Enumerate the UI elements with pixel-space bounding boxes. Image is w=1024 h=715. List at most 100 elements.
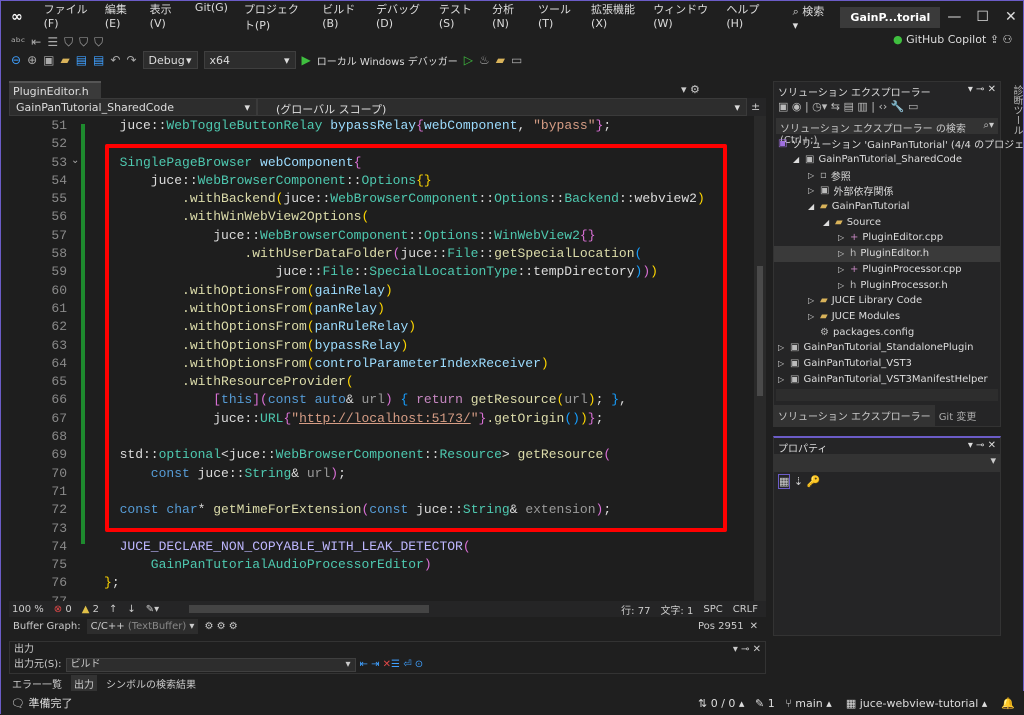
line-ending-indicator[interactable]: CRLF (733, 604, 758, 615)
search-button[interactable]: ⌕ 検索 ▾ (793, 3, 827, 32)
window-layout-icon[interactable]: ▭ (511, 53, 522, 67)
save-icon[interactable]: ▤ (76, 53, 87, 67)
tree-item[interactable]: ◢ ▰ GainPanTutorial (774, 199, 1000, 215)
configuration-select[interactable]: Debug ▾ (142, 51, 198, 69)
menu-item[interactable]: 表示(V) (142, 1, 187, 33)
tab-output[interactable]: 出力 (71, 675, 97, 692)
run-without-debug-icon[interactable]: ▷ (464, 53, 473, 67)
close-button[interactable]: ✕ (997, 9, 1024, 25)
tab-options-icon[interactable]: ▾ ⚙ (681, 83, 700, 96)
menu-item[interactable]: ツール(T) (530, 1, 583, 33)
tab-symbol-search[interactable]: シンボルの検索結果 (103, 675, 199, 692)
platform-select[interactable]: x64 ▾ (203, 51, 296, 69)
menu-item[interactable]: Git(G) (187, 1, 236, 33)
horizontal-scrollbar[interactable] (189, 605, 430, 613)
expand-arrow-icon[interactable]: ▷ (778, 359, 790, 368)
tab-plugin-editor-h[interactable]: PluginEditor.h ⊸ ✕ (9, 81, 101, 111)
hot-reload-icon[interactable]: ♨ (479, 53, 490, 67)
tree-horizontal-scrollbar[interactable] (776, 389, 998, 401)
buffer-close-icon[interactable]: ✕ (750, 621, 758, 632)
output-panel-controls[interactable]: ▾ ⊸ ✕ (733, 643, 761, 656)
tree-item[interactable]: ▷ ▫ 参照 (774, 167, 1000, 183)
redo-icon[interactable]: ↷ (126, 53, 136, 67)
prev-issue-icon[interactable]: ↑ (109, 604, 117, 615)
tree-item[interactable]: ▷ h PluginEditor.h (774, 245, 1000, 262)
menu-item[interactable]: ファイル(F) (36, 1, 97, 33)
code-line[interactable]: juce::WebToggleButtonRelay bypassRelay{w… (104, 117, 705, 135)
diagnostic-tools-tab[interactable]: 診断ツール (1004, 81, 1024, 201)
error-icon[interactable]: ⊗ 0 (54, 604, 72, 615)
branch-selector[interactable]: ⑂ main ▴ (785, 697, 832, 710)
code-line[interactable]: JUCE_DECLARE_NON_COPYABLE_WITH_LEAK_DETE… (104, 538, 705, 556)
vertical-scrollbar[interactable] (754, 116, 766, 601)
tab-git-changes[interactable]: Git 変更 (935, 405, 981, 426)
properties-object-select[interactable]: ▾ (774, 454, 1000, 472)
forward-icon[interactable]: ⊕ (27, 53, 37, 67)
bookmark-next-icon[interactable]: ⛉ (94, 35, 103, 50)
tree-item[interactable]: ◢ ▰ Source (774, 214, 1000, 230)
property-pages-icon[interactable]: 🔑 (807, 475, 821, 488)
bookmark-icon[interactable]: ⛉ (64, 35, 73, 50)
tree-item[interactable]: ▷ ▣ GainPanTutorial_VST3ManifestHelper (774, 371, 1000, 387)
solution-name-badge[interactable]: GainP...torial (840, 6, 941, 28)
expand-arrow-icon[interactable]: ▷ (838, 249, 850, 258)
whitespace-indicator[interactable]: SPC (703, 604, 722, 615)
expand-arrow-icon[interactable]: ◢ (793, 155, 805, 164)
expand-arrow-icon[interactable]: ◢ (823, 218, 835, 227)
expand-arrow-icon[interactable]: ▷ (808, 171, 820, 180)
expand-arrow-icon[interactable]: ▷ (838, 265, 850, 274)
code-editor[interactable]: 51 52 53 54 55 56 57 58 59 60 61 62 63 64 65 66 67 68 69 70… (9, 116, 766, 601)
tree-item[interactable]: ▷ ▣ 外部依存関係 (774, 183, 1000, 199)
menu-item[interactable]: 編集(E) (97, 1, 142, 33)
solution-toolbar[interactable]: ▣ ◉ | ◷▾ ⇆ ▤ ▥ | ‹› 🔧 ▭ (774, 98, 1000, 118)
tree-item[interactable]: ▣ ソリューション 'GainPanTutorial' (4/4 のプロジェクト (774, 136, 1024, 152)
open-folder-icon[interactable]: ▰ (60, 53, 69, 67)
tree-item[interactable]: ▷ + PluginProcessor.cpp (774, 262, 1000, 278)
warning-icon[interactable]: ▲ 2 (82, 604, 99, 615)
bookmark-prev-icon[interactable]: ⛉ (79, 35, 88, 50)
find-in-files-icon[interactable]: ▰ (496, 53, 505, 67)
tab-error-list[interactable]: エラー一覧 (9, 675, 65, 692)
global-scope-select[interactable]: (グローバル スコープ) ▾ (257, 98, 747, 116)
tree-item[interactable]: ⚙ packages.config (774, 324, 1000, 340)
menu-item[interactable]: 分析(N) (484, 1, 530, 33)
indent-icon[interactable]: ⇤ (31, 35, 41, 49)
panel-controls[interactable]: ▾ ⊸ ✕ (968, 84, 996, 96)
tree-item[interactable]: ▷ ▰ JUCE Library Code (774, 293, 1000, 309)
menu-item[interactable]: ウィンドウ(W) (645, 1, 718, 33)
expand-arrow-icon[interactable]: ▷ (778, 375, 790, 384)
new-project-icon[interactable]: ▣ (43, 53, 54, 67)
buffer-graph-select[interactable]: C/C++ (TextBuffer) ▾ (86, 618, 199, 634)
undo-icon[interactable]: ↶ (110, 53, 120, 67)
output-source-select[interactable]: ビルド ▾ (65, 657, 356, 672)
tree-item[interactable]: ▷ h PluginProcessor.h (774, 277, 1000, 293)
zoom-level[interactable]: 100 % (12, 604, 44, 615)
menu-item[interactable]: プロジェクト(P) (236, 1, 314, 33)
save-all-icon[interactable]: ▤ (93, 53, 104, 67)
categorized-icon[interactable]: ▦ (778, 474, 791, 489)
back-icon[interactable]: ⊖ (11, 53, 21, 67)
line-indicator[interactable]: 行: 77 (621, 602, 650, 617)
start-debug-icon[interactable]: ▶ (302, 53, 311, 67)
tree-item[interactable]: ▷ + PluginEditor.cpp (774, 230, 1000, 246)
menu-item[interactable]: ビルド(B) (314, 1, 368, 33)
code-line[interactable]: }; (104, 574, 705, 592)
expand-arrow-icon[interactable]: ◢ (808, 202, 820, 211)
expand-arrow-icon[interactable]: ▷ (838, 281, 850, 290)
solution-search-input[interactable]: ソリューション エクスプローラー の検索 (Ctrl+;) ⌕▾ (776, 118, 998, 146)
bell-icon[interactable]: 🔔 (1001, 697, 1015, 710)
changes-indicator[interactable]: ⇅ 0 / 0 ▴ (698, 697, 744, 710)
tab-solution-explorer[interactable]: ソリューション エクスプローラー (774, 405, 935, 426)
tree-item[interactable]: ▷ ▣ GainPanTutorial_StandalonePlugin (774, 340, 1000, 356)
next-issue-icon[interactable]: ↓ (127, 604, 135, 615)
expand-arrow-icon[interactable]: ▷ (778, 343, 790, 352)
edits-indicator[interactable]: ✎ 1 (755, 697, 775, 710)
graph-icon[interactable]: ⚙ ⚙ ⚙ (204, 621, 237, 632)
split-icon[interactable]: ± (747, 98, 764, 116)
maximize-button[interactable]: ☐ (969, 9, 997, 25)
github-copilot-button[interactable]: ● GitHub Copilot ⇪ ⚇ (893, 33, 1012, 46)
code-line[interactable] (104, 593, 705, 601)
spellcheck-icon[interactable]: ᵃᵇᶜ (11, 35, 25, 49)
expand-arrow-icon[interactable]: ▷ (808, 186, 820, 195)
output-toolbar-icons[interactable]: ⇤ ⇥ ✕☰ ⏎ ⊙ (360, 657, 424, 672)
